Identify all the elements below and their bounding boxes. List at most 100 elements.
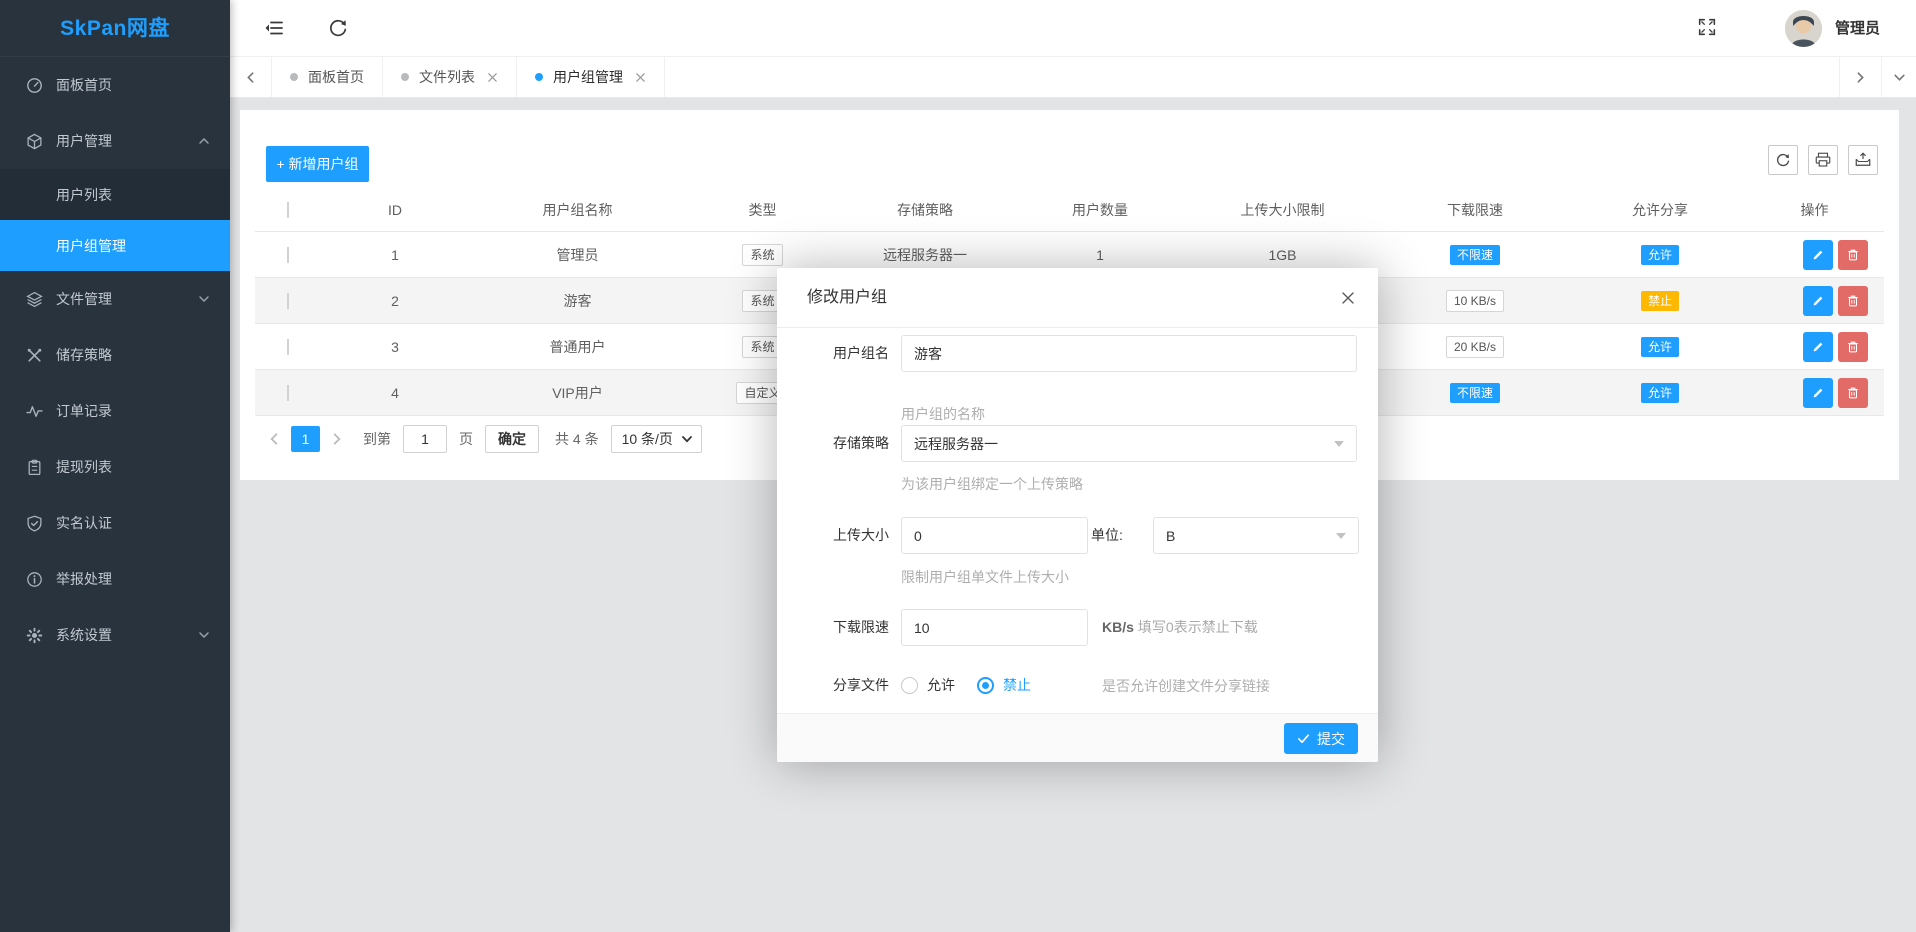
app-root: SkPan网盘 面板首页 用户管理 用户列表 用户组管理: [0, 0, 1916, 932]
sidebar-item-dashboard[interactable]: 面板首页: [0, 57, 230, 113]
col-header-storage: 存储策略: [840, 200, 1010, 220]
fullscreen-icon[interactable]: [1696, 16, 1720, 40]
sidebar-item-user-list[interactable]: 用户列表: [0, 169, 230, 220]
prev-page-icon[interactable]: [262, 427, 286, 451]
tab-dot: [290, 73, 298, 81]
tabs-scroll-right[interactable]: [1839, 57, 1881, 97]
export-icon[interactable]: [1848, 145, 1878, 175]
modal-title: 修改用户组: [777, 268, 1378, 328]
table-refresh-icon[interactable]: [1768, 145, 1798, 175]
sidebar-item-label: 提现列表: [56, 457, 112, 477]
current-page-button[interactable]: 1: [291, 426, 320, 452]
cell-id: 2: [320, 293, 470, 309]
close-icon[interactable]: [635, 72, 646, 83]
upload-size-input[interactable]: [901, 517, 1088, 554]
sidebar-item-label: 订单记录: [56, 401, 112, 421]
upload-size-label: 上传大小: [807, 517, 889, 554]
group-name-input[interactable]: [901, 335, 1357, 372]
sidebar-item-storage-policy[interactable]: 储存策略: [0, 327, 230, 383]
pagination: 1 到第 页 确定 共 4 条 10 条/页: [262, 424, 702, 454]
total-count-label: 共 4 条: [555, 429, 599, 449]
delete-button[interactable]: [1838, 286, 1868, 316]
cell-users: 1: [1010, 247, 1190, 263]
gear-icon: [26, 627, 43, 644]
storage-policy-help: 为该用户组绑定一个上传策略: [901, 474, 1083, 494]
col-header-upload-limit: 上传大小限制: [1190, 200, 1375, 220]
col-header-download: 下载限速: [1375, 200, 1575, 220]
cell-id: 1: [320, 247, 470, 263]
sidebar-item-real-name-auth[interactable]: 实名认证: [0, 495, 230, 551]
row-checkbox[interactable]: [287, 339, 289, 355]
row-checkbox[interactable]: [287, 385, 289, 401]
share-allow-radio[interactable]: 允许: [901, 675, 955, 695]
info-circle-icon: [26, 571, 43, 588]
share-allow-label: 允许: [927, 675, 955, 695]
download-limit-input[interactable]: [901, 609, 1088, 646]
sidebar-item-report-handling[interactable]: 举报处理: [0, 551, 230, 607]
sidebar-item-file-mgmt[interactable]: 文件管理: [0, 271, 230, 327]
delete-button[interactable]: [1838, 240, 1868, 270]
submit-label: 提交: [1317, 729, 1345, 749]
refresh-icon[interactable]: [326, 16, 350, 40]
col-header-type: 类型: [685, 200, 840, 220]
edit-button[interactable]: [1803, 286, 1833, 316]
download-badge: 不限速: [1450, 245, 1500, 265]
cell-name: VIP用户: [470, 383, 685, 403]
sidebar-item-system-settings[interactable]: 系统设置: [0, 607, 230, 663]
storage-policy-label: 存储策略: [807, 425, 889, 462]
goto-page-input[interactable]: [403, 425, 447, 453]
page-size-select[interactable]: 10 条/页: [611, 425, 702, 453]
edit-button[interactable]: [1803, 332, 1833, 362]
avatar[interactable]: [1785, 10, 1822, 47]
delete-button[interactable]: [1838, 332, 1868, 362]
tabs-menu-dropdown[interactable]: [1881, 57, 1916, 97]
unit-label: 单位:: [1091, 517, 1143, 554]
tab-dashboard[interactable]: 面板首页: [272, 57, 383, 97]
close-icon[interactable]: [1340, 290, 1356, 306]
row-checkbox[interactable]: [287, 293, 289, 309]
print-icon[interactable]: [1808, 145, 1838, 175]
group-name-label: 用户组名: [807, 335, 889, 372]
cube-icon: [26, 133, 43, 150]
tabs-scroll-left[interactable]: [230, 57, 272, 97]
goto-label: 到第: [363, 429, 391, 449]
admin-name[interactable]: 管理员: [1835, 0, 1880, 57]
delete-button[interactable]: [1838, 378, 1868, 408]
goto-confirm-button[interactable]: 确定: [485, 425, 539, 453]
tabbar: 面板首页 文件列表 用户组管理: [230, 57, 1916, 98]
add-user-group-button[interactable]: + 新增用户组: [266, 146, 369, 182]
cell-name: 游客: [470, 291, 685, 311]
unit-select[interactable]: B: [1153, 517, 1359, 554]
share-badge: 允许: [1641, 337, 1679, 357]
submit-button[interactable]: 提交: [1284, 723, 1358, 754]
tab-user-group-mgmt[interactable]: 用户组管理: [517, 57, 665, 97]
tab-label: 文件列表: [419, 67, 475, 87]
next-page-icon[interactable]: [325, 427, 349, 451]
chevron-down-icon: [198, 629, 210, 641]
sidebar-item-user-mgmt[interactable]: 用户管理: [0, 113, 230, 169]
topbar: 管理员: [230, 0, 1916, 57]
sidebar-item-order-log[interactable]: 订单记录: [0, 383, 230, 439]
close-icon[interactable]: [487, 72, 498, 83]
shield-check-icon: [26, 515, 43, 532]
tab-file-list[interactable]: 文件列表: [383, 57, 517, 97]
select-all-checkbox[interactable]: [287, 202, 289, 218]
storage-policy-select[interactable]: 远程服务器一: [901, 425, 1357, 462]
download-unit-label: KB/s: [1102, 619, 1134, 635]
table-toolbar: [1768, 145, 1878, 175]
sidebar-item-withdraw-list[interactable]: 提现列表: [0, 439, 230, 495]
sidebar-item-user-group-mgmt[interactable]: 用户组管理: [0, 220, 230, 271]
share-badge: 禁止: [1641, 291, 1679, 311]
download-limit-label: 下载限速: [807, 609, 889, 646]
sidebar-fold-icon[interactable]: [262, 16, 286, 40]
cell-id: 4: [320, 385, 470, 401]
share-deny-radio[interactable]: 禁止: [977, 675, 1031, 695]
gauge-icon: [26, 77, 43, 94]
row-checkbox[interactable]: [287, 247, 289, 263]
tab-label: 用户组管理: [553, 67, 623, 87]
edit-button[interactable]: [1803, 378, 1833, 408]
sidebar-item-label: 举报处理: [56, 569, 112, 589]
tab-dot: [535, 73, 543, 81]
edit-button[interactable]: [1803, 240, 1833, 270]
storage-policy-value: 远程服务器一: [914, 434, 998, 454]
